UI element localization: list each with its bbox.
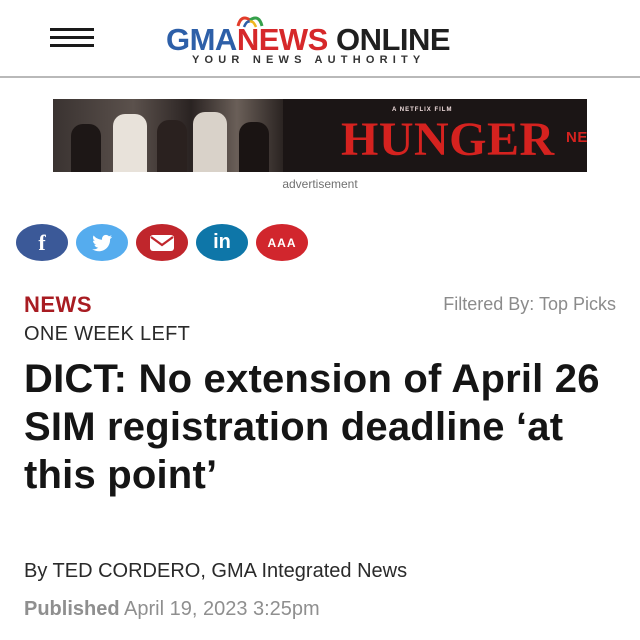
site-logo[interactable]: GMANEWS ONLINE YOUR NEWS AUTHORITY (166, 14, 526, 66)
text-size-icon: AAA (267, 235, 297, 250)
publish-date: Published April 19, 2023 3:25pm (24, 598, 320, 621)
ad-title: HUNGER (341, 113, 555, 166)
section-label[interactable]: NEWS (24, 292, 92, 318)
filter-label: Filtered By: Top Picks (443, 294, 616, 314)
email-icon (150, 234, 174, 251)
article-headline: DICT: No extension of April 26 SIM regis… (24, 357, 600, 497)
ad-brand: NETFLIX (566, 129, 587, 146)
article-kicker: ONE WEEK LEFT (24, 323, 191, 345)
text-size-button[interactable]: AAA (256, 224, 308, 261)
menu-bar-bottom (50, 44, 94, 47)
logo-wordmark: GMANEWS ONLINE (166, 22, 451, 57)
twitter-icon (92, 234, 113, 251)
linkedin-icon: in (213, 231, 231, 253)
facebook-share-button[interactable]: f (16, 224, 68, 261)
logo-news: NEWS (236, 22, 329, 57)
site-header: GMANEWS ONLINE YOUR NEWS AUTHORITY (0, 0, 640, 78)
hamburger-menu-icon[interactable] (50, 28, 94, 50)
article-byline: By TED CORDERO, GMA Integrated News (24, 560, 408, 582)
linkedin-share-button[interactable]: in (196, 224, 248, 261)
twitter-share-button[interactable] (76, 224, 128, 261)
menu-bar-middle (50, 36, 94, 39)
email-share-button[interactable] (136, 224, 188, 261)
ad-banner[interactable]: A NETFLIX FILM HUNGER NETFLIX (53, 99, 587, 172)
ad-film-still (53, 99, 283, 172)
logo-gma: GMA (166, 22, 237, 57)
logo-online: ONLINE (335, 22, 451, 57)
logo-tagline: YOUR NEWS AUTHORITY (192, 54, 426, 66)
published-label: Published (24, 598, 120, 620)
menu-bar-top (50, 28, 94, 31)
share-buttons: f in AAA (16, 224, 316, 262)
facebook-icon: f (38, 229, 46, 255)
published-date: April 19, 2023 3:25pm (124, 598, 320, 620)
advertisement-label: advertisement (282, 177, 358, 191)
